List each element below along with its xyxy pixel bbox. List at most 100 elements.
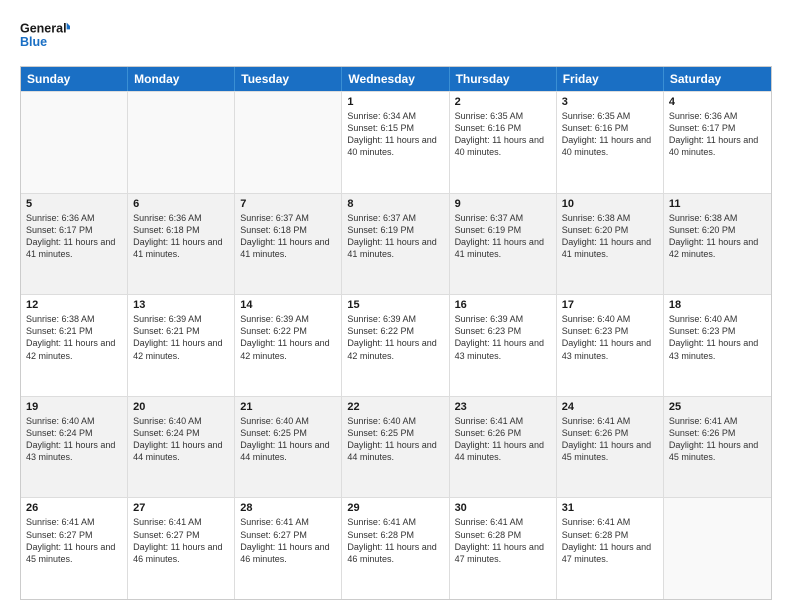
cell-detail: Sunrise: 6:39 AMSunset: 6:21 PMDaylight:…: [133, 313, 229, 362]
cell-detail: Sunrise: 6:39 AMSunset: 6:22 PMDaylight:…: [240, 313, 336, 362]
table-row: 3 Sunrise: 6:35 AMSunset: 6:16 PMDaylight…: [557, 92, 664, 193]
day-number: 28: [240, 502, 336, 514]
table-row: 18 Sunrise: 6:40 AMSunset: 6:23 PMDayligh…: [664, 295, 771, 396]
calendar-body: 1 Sunrise: 6:34 AMSunset: 6:15 PMDaylight…: [21, 91, 771, 599]
cell-detail: Sunrise: 6:39 AMSunset: 6:23 PMDaylight:…: [455, 313, 551, 362]
cell-detail: Sunrise: 6:41 AMSunset: 6:26 PMDaylight:…: [562, 415, 658, 464]
cell-detail: Sunrise: 6:41 AMSunset: 6:26 PMDaylight:…: [669, 415, 766, 464]
day-number: 1: [347, 96, 443, 108]
day-number: 23: [455, 401, 551, 413]
table-row: 13Sunrise: 6:39 AMSunset: 6:21 PMDayligh…: [128, 295, 235, 396]
day-number: 19: [26, 401, 122, 413]
cell-detail: Sunrise: 6:35 AMSunset: 6:16 PMDaylight:…: [455, 110, 551, 159]
cell-detail: Sunrise: 6:37 AMSunset: 6:19 PMDaylight:…: [455, 212, 551, 261]
day-number: 15: [347, 299, 443, 311]
cell-detail: Sunrise: 6:36 AMSunset: 6:17 PMDaylight:…: [26, 212, 122, 261]
header-day-friday: Friday: [557, 67, 664, 91]
day-number: 16: [455, 299, 551, 311]
table-row: 4Sunrise: 6:36 AMSunset: 6:17 PMDaylight…: [664, 92, 771, 193]
cell-detail: Sunrise: 6:37 AMSunset: 6:18 PMDaylight:…: [240, 212, 336, 261]
table-row: 28 Sunrise: 6:41 AMSunset: 6:27 PMDayligh…: [235, 498, 342, 599]
cell-detail: Sunrise: 6:41 AMSunset: 6:26 PMDaylight:…: [455, 415, 551, 464]
cell-detail: Sunrise: 6:34 AMSunset: 6:15 PMDaylight:…: [347, 110, 443, 159]
calendar-row-0: 1 Sunrise: 6:34 AMSunset: 6:15 PMDaylight…: [21, 91, 771, 193]
calendar-row-2: 12 Sunrise: 6:38 AMSunset: 6:21 PMDayligh…: [21, 294, 771, 396]
calendar: SundayMondayTuesdayWednesdayThursdayFrid…: [20, 66, 772, 600]
table-row: 10Sunrise: 6:38 AMSunset: 6:20 PMDayligh…: [557, 194, 664, 295]
header-day-monday: Monday: [128, 67, 235, 91]
table-row: 6Sunrise: 6:36 AMSunset: 6:18 PMDaylight…: [128, 194, 235, 295]
table-row: 5 Sunrise: 6:36 AMSunset: 6:17 PMDaylight…: [21, 194, 128, 295]
table-row: 21 Sunrise: 6:40 AMSunset: 6:25 PMDayligh…: [235, 397, 342, 498]
logo: General Blue: [20, 16, 70, 56]
table-row: 31 Sunrise: 6:41 AMSunset: 6:28 PMDayligh…: [557, 498, 664, 599]
table-row: 26Sunrise: 6:41 AMSunset: 6:27 PMDayligh…: [21, 498, 128, 599]
cell-detail: Sunrise: 6:41 AMSunset: 6:27 PMDaylight:…: [133, 516, 229, 565]
day-number: 27: [133, 502, 229, 514]
table-row: 15 Sunrise: 6:39 AMSunset: 6:22 PMDayligh…: [342, 295, 449, 396]
table-row: 12 Sunrise: 6:38 AMSunset: 6:21 PMDayligh…: [21, 295, 128, 396]
svg-text:General: General: [20, 22, 67, 36]
table-row: [664, 498, 771, 599]
table-row: 20 Sunrise: 6:40 AMSunset: 6:24 PMDayligh…: [128, 397, 235, 498]
header: General Blue: [20, 16, 772, 56]
table-row: 19 Sunrise: 6:40 AMSunset: 6:24 PMDayligh…: [21, 397, 128, 498]
day-number: 31: [562, 502, 658, 514]
day-number: 20: [133, 401, 229, 413]
calendar-row-3: 19 Sunrise: 6:40 AMSunset: 6:24 PMDayligh…: [21, 396, 771, 498]
table-row: [235, 92, 342, 193]
day-number: 17: [562, 299, 658, 311]
cell-detail: Sunrise: 6:40 AMSunset: 6:24 PMDaylight:…: [133, 415, 229, 464]
cell-detail: Sunrise: 6:41 AMSunset: 6:28 PMDaylight:…: [562, 516, 658, 565]
day-number: 5: [26, 198, 122, 210]
table-row: 2Sunrise: 6:35 AMSunset: 6:16 PMDaylight…: [450, 92, 557, 193]
day-number: 30: [455, 502, 551, 514]
day-number: 9: [455, 198, 551, 210]
day-number: 11: [669, 198, 766, 210]
header-day-thursday: Thursday: [450, 67, 557, 91]
header-day-wednesday: Wednesday: [342, 67, 449, 91]
cell-detail: Sunrise: 6:38 AMSunset: 6:20 PMDaylight:…: [562, 212, 658, 261]
day-number: 22: [347, 401, 443, 413]
table-row: 11 Sunrise: 6:38 AMSunset: 6:20 PMDayligh…: [664, 194, 771, 295]
table-row: 14 Sunrise: 6:39 AMSunset: 6:22 PMDayligh…: [235, 295, 342, 396]
page: General Blue SundayMondayTuesdayWednesda…: [0, 0, 792, 612]
cell-detail: Sunrise: 6:38 AMSunset: 6:21 PMDaylight:…: [26, 313, 122, 362]
day-number: 18: [669, 299, 766, 311]
calendar-row-4: 26Sunrise: 6:41 AMSunset: 6:27 PMDayligh…: [21, 497, 771, 599]
day-number: 14: [240, 299, 336, 311]
cell-detail: Sunrise: 6:35 AMSunset: 6:16 PMDaylight:…: [562, 110, 658, 159]
cell-detail: Sunrise: 6:36 AMSunset: 6:18 PMDaylight:…: [133, 212, 229, 261]
table-row: 9 Sunrise: 6:37 AMSunset: 6:19 PMDaylight…: [450, 194, 557, 295]
day-number: 29: [347, 502, 443, 514]
cell-detail: Sunrise: 6:40 AMSunset: 6:25 PMDaylight:…: [240, 415, 336, 464]
cell-detail: Sunrise: 6:40 AMSunset: 6:25 PMDaylight:…: [347, 415, 443, 464]
table-row: [21, 92, 128, 193]
day-number: 24: [562, 401, 658, 413]
day-number: 7: [240, 198, 336, 210]
table-row: 27 Sunrise: 6:41 AMSunset: 6:27 PMDayligh…: [128, 498, 235, 599]
table-row: 7 Sunrise: 6:37 AMSunset: 6:18 PMDaylight…: [235, 194, 342, 295]
day-number: 12: [26, 299, 122, 311]
day-number: 8: [347, 198, 443, 210]
table-row: 22 Sunrise: 6:40 AMSunset: 6:25 PMDayligh…: [342, 397, 449, 498]
cell-detail: Sunrise: 6:38 AMSunset: 6:20 PMDaylight:…: [669, 212, 766, 261]
cell-detail: Sunrise: 6:37 AMSunset: 6:19 PMDaylight:…: [347, 212, 443, 261]
day-number: 3: [562, 96, 658, 108]
logo-svg: General Blue: [20, 16, 70, 56]
calendar-row-1: 5 Sunrise: 6:36 AMSunset: 6:17 PMDaylight…: [21, 193, 771, 295]
day-number: 21: [240, 401, 336, 413]
calendar-header-row: SundayMondayTuesdayWednesdayThursdayFrid…: [21, 67, 771, 91]
table-row: 25Sunrise: 6:41 AMSunset: 6:26 PMDayligh…: [664, 397, 771, 498]
table-row: 23 Sunrise: 6:41 AMSunset: 6:26 PMDayligh…: [450, 397, 557, 498]
cell-detail: Sunrise: 6:41 AMSunset: 6:28 PMDaylight:…: [455, 516, 551, 565]
cell-detail: Sunrise: 6:40 AMSunset: 6:24 PMDaylight:…: [26, 415, 122, 464]
cell-detail: Sunrise: 6:41 AMSunset: 6:27 PMDaylight:…: [240, 516, 336, 565]
header-day-tuesday: Tuesday: [235, 67, 342, 91]
table-row: 8 Sunrise: 6:37 AMSunset: 6:19 PMDaylight…: [342, 194, 449, 295]
cell-detail: Sunrise: 6:41 AMSunset: 6:28 PMDaylight:…: [347, 516, 443, 565]
table-row: 24 Sunrise: 6:41 AMSunset: 6:26 PMDayligh…: [557, 397, 664, 498]
cell-detail: Sunrise: 6:36 AMSunset: 6:17 PMDaylight:…: [669, 110, 766, 159]
cell-detail: Sunrise: 6:40 AMSunset: 6:23 PMDaylight:…: [669, 313, 766, 362]
cell-detail: Sunrise: 6:39 AMSunset: 6:22 PMDaylight:…: [347, 313, 443, 362]
